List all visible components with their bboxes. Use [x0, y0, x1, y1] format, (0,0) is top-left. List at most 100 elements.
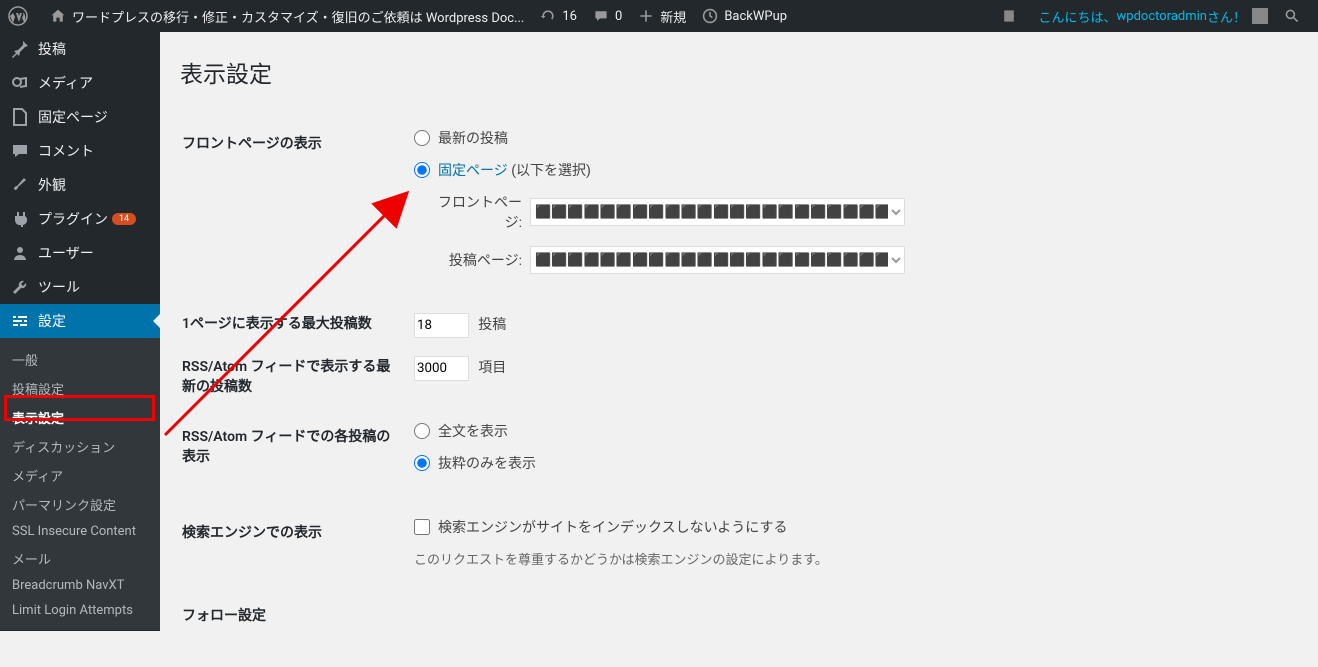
admin-bar: ワードプレスの移行・修正・カスタマイズ・復旧のご依頼は Wordpress Do…	[0, 0, 1318, 32]
seo-th: 検索エンジンでの表示	[182, 502, 402, 583]
postspage-select-row: 投稿ページ: ⬛⬛⬛⬛⬛⬛⬛⬛⬛⬛⬛⬛⬛⬛⬛⬛⬛⬛⬛⬛⬛⬛⬛⬛	[432, 246, 1286, 274]
update-icon	[540, 8, 556, 24]
sliders-icon	[10, 311, 30, 331]
seo-description: このリクエストを尊重するかどうかは検索エンジンの設定によります。	[414, 549, 1286, 568]
site-name[interactable]: ワードプレスの移行・修正・カスタマイズ・復旧のご依頼は Wordpress Do…	[42, 0, 532, 32]
sidebar-label: 設定	[38, 311, 66, 331]
radio-rss-summary-input[interactable]	[414, 455, 430, 471]
submenu-media[interactable]: メディア	[0, 461, 160, 490]
sidebar-item-users[interactable]: ユーザー	[0, 236, 160, 270]
brush-icon	[10, 175, 30, 195]
radio-static-page[interactable]: 固定ページ (以下を選択)	[414, 160, 1286, 180]
frontpage-select[interactable]: ⬛⬛⬛⬛⬛⬛⬛⬛⬛⬛⬛⬛⬛⬛⬛⬛⬛⬛⬛⬛⬛⬛⬛⬛	[530, 198, 905, 226]
sidebar-label: ツール	[38, 277, 80, 297]
submenu-breadcrumb[interactable]: Breadcrumb NavXT	[0, 573, 160, 598]
sidebar-item-tools[interactable]: ツール	[0, 270, 160, 304]
frontpage-th: フロントページの表示	[182, 113, 402, 303]
radio-latest-posts[interactable]: 最新の投稿	[414, 128, 1286, 148]
new-content[interactable]: 新規	[630, 0, 694, 32]
greeting-pre: こんにちは、	[1039, 7, 1117, 26]
pin-icon	[10, 39, 30, 59]
submenu-permalink[interactable]: パーマリンク設定	[0, 490, 160, 519]
sidebar-label: メディア	[38, 73, 93, 93]
sidebar-label: 固定ページ	[38, 107, 108, 127]
backwpup-link[interactable]: BackWPup	[694, 0, 795, 32]
rss-count-input[interactable]	[414, 356, 469, 381]
rss-view-th: RSS/Atom フィードでの各投稿の表示	[182, 406, 402, 500]
comments-count: 0	[615, 9, 622, 24]
admin-sidebar: 投稿 メディア 固定ページ コメント 外観 プラグイン 14 ユーザー ツール …	[0, 32, 160, 631]
submenu-reading[interactable]: 表示設定	[0, 403, 160, 432]
wp-logo[interactable]	[0, 0, 42, 32]
admin-bar-left: ワードプレスの移行・修正・カスタマイズ・復旧のご依頼は Wordpress Do…	[0, 0, 795, 32]
comments-link[interactable]: 0	[585, 0, 630, 32]
submenu-ssl[interactable]: SSL Insecure Content	[0, 519, 160, 544]
site-title: ワードプレスの移行・修正・カスタマイズ・復旧のご依頼は Wordpress Do…	[72, 7, 524, 26]
sidebar-item-settings[interactable]: 設定	[0, 304, 160, 338]
postspage-select-label: 投稿ページ:	[432, 250, 522, 270]
sidebar-item-appearance[interactable]: 外観	[0, 168, 160, 202]
settings-form: フロントページの表示 最新の投稿 固定ページ (以下を選択) フロントページ: …	[180, 111, 1298, 647]
submenu-lla[interactable]: Limit Login Attempts	[0, 598, 160, 623]
search-toggle[interactable]	[1276, 0, 1314, 32]
radio-rss-full[interactable]: 全文を表示	[414, 421, 1286, 441]
avatar	[1252, 8, 1268, 24]
radio-rss-full-input[interactable]	[414, 423, 430, 439]
frontpage-select-row: フロントページ: ⬛⬛⬛⬛⬛⬛⬛⬛⬛⬛⬛⬛⬛⬛⬛⬛⬛⬛⬛⬛⬛⬛⬛⬛	[432, 192, 1286, 232]
frontpage-select-label: フロントページ:	[432, 192, 522, 232]
wrench-icon	[10, 277, 30, 297]
home-icon	[50, 8, 66, 24]
sidebar-item-comments[interactable]: コメント	[0, 134, 160, 168]
radio-latest-text: 最新の投稿	[438, 128, 508, 148]
radio-rss-full-text: 全文を表示	[438, 421, 508, 441]
backwpup-label: BackWPup	[724, 9, 787, 24]
submenu-general[interactable]: 一般	[0, 345, 160, 374]
media-icon	[10, 73, 30, 93]
flag-icon	[1001, 8, 1017, 24]
sidebar-label: ユーザー	[38, 243, 94, 263]
greeting-post: さん！	[1207, 7, 1246, 26]
sidebar-label: 外観	[38, 175, 66, 195]
radio-static-input[interactable]	[414, 162, 430, 178]
wordpress-icon	[8, 6, 28, 26]
new-label: 新規	[660, 7, 686, 26]
seo-checkbox-label[interactable]: 検索エンジンがサイトをインデックスしないようにする	[414, 517, 1286, 537]
page-title: 表示設定	[180, 46, 1298, 93]
settings-submenu: 一般 投稿設定 表示設定 ディスカッション メディア パーマリンク設定 SSL …	[0, 338, 160, 630]
follow-th: フォロー設定	[182, 585, 402, 645]
backwpup-icon	[702, 8, 718, 24]
admin-bar-right: こんにちは、 wpdoctoradmin さん！	[993, 0, 1318, 32]
updates-link[interactable]: 16	[532, 0, 585, 32]
sidebar-label: プラグイン	[38, 209, 108, 229]
rss-count-suffix: 項目	[478, 360, 506, 376]
seo-checkbox-text: 検索エンジンがサイトをインデックスしないようにする	[438, 517, 787, 537]
seo-checkbox[interactable]	[414, 519, 430, 535]
submenu-discussion[interactable]: ディスカッション	[0, 432, 160, 461]
plug-icon	[10, 209, 30, 229]
radio-latest-input[interactable]	[414, 130, 430, 146]
notification-icon-wrap[interactable]	[993, 0, 1031, 32]
submenu-writing[interactable]: 投稿設定	[0, 374, 160, 403]
user-icon	[10, 243, 30, 263]
updates-count: 16	[562, 9, 577, 24]
page-icon	[10, 107, 30, 127]
comment-icon	[593, 8, 609, 24]
sidebar-item-pages[interactable]: 固定ページ	[0, 100, 160, 134]
sidebar-item-posts[interactable]: 投稿	[0, 32, 160, 66]
my-account[interactable]: こんにちは、 wpdoctoradmin さん！	[1031, 0, 1277, 32]
sidebar-item-plugins[interactable]: プラグイン 14	[0, 202, 160, 236]
plus-icon	[638, 8, 654, 24]
sidebar-label: コメント	[38, 141, 94, 161]
search-icon	[1284, 8, 1300, 24]
radio-rss-summary[interactable]: 抜粋のみを表示	[414, 453, 1286, 473]
comment-icon	[10, 141, 30, 161]
radio-static-link[interactable]: 固定ページ	[438, 163, 508, 179]
perpage-th: 1ページに表示する最大投稿数	[182, 305, 402, 346]
postspage-select[interactable]: ⬛⬛⬛⬛⬛⬛⬛⬛⬛⬛⬛⬛⬛⬛⬛⬛⬛⬛⬛⬛⬛⬛⬛⬛	[530, 246, 905, 274]
plugins-update-badge: 14	[112, 213, 136, 225]
posts-per-page-input[interactable]	[414, 313, 469, 338]
sidebar-item-media[interactable]: メディア	[0, 66, 160, 100]
radio-static-suffix: (以下を選択)	[508, 163, 591, 179]
radio-rss-summary-text: 抜粋のみを表示	[438, 453, 536, 473]
submenu-mail[interactable]: メール	[0, 544, 160, 573]
